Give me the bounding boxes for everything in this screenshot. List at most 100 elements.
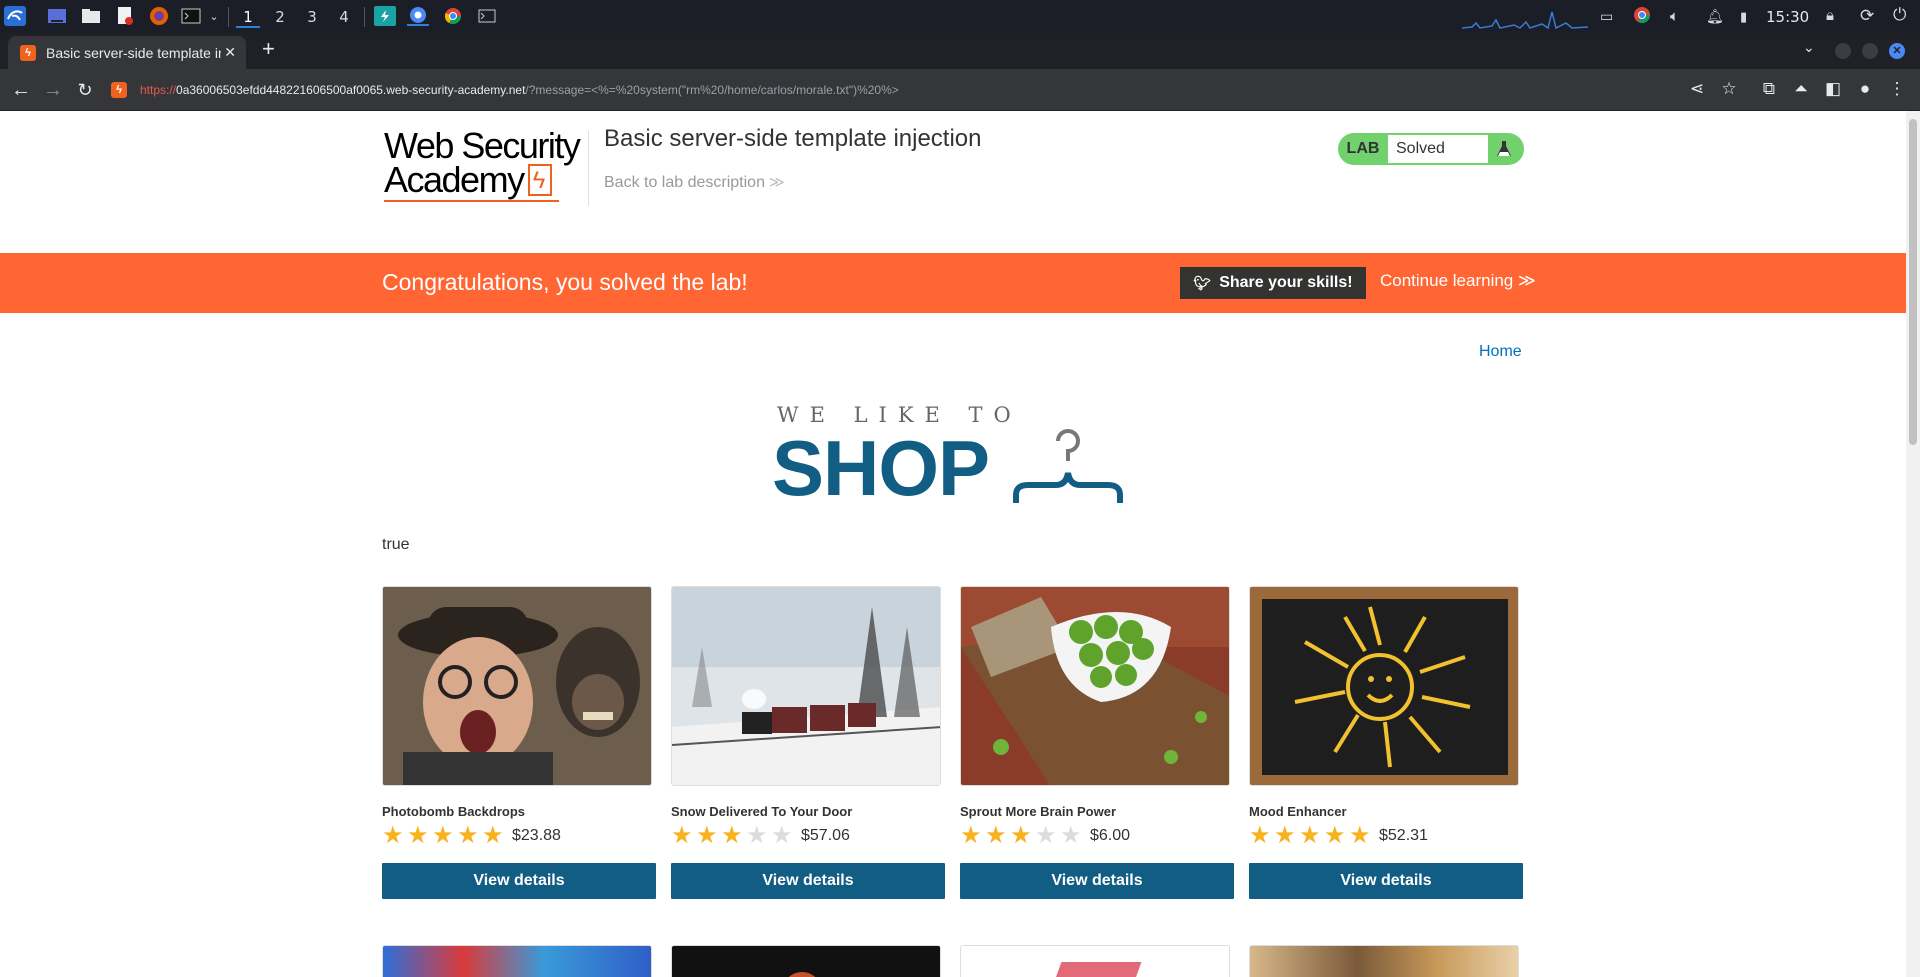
product-rating: ★ ★ ★ ★ ★ $23.88 <box>382 823 656 849</box>
terminal-icon[interactable] <box>180 6 202 26</box>
tab-close-icon[interactable]: ✕ <box>224 44 236 61</box>
file-manager-icon[interactable] <box>80 6 102 26</box>
product-image[interactable] <box>960 945 1230 977</box>
star-filled-icon: ★ <box>432 822 454 849</box>
star-filled-icon: ★ <box>1324 822 1346 849</box>
burp-app-icon[interactable] <box>374 6 396 26</box>
view-details-button[interactable]: View details <box>1249 863 1523 899</box>
clock: 15:30 <box>1766 8 1810 26</box>
back-to-lab-link[interactable]: Back to lab description ≫ <box>604 173 785 192</box>
tab-search-chevron-icon[interactable]: ⌄ <box>1803 39 1815 56</box>
double-chevron-icon: ≫ <box>1518 271 1536 290</box>
page-scrollbar[interactable] <box>1906 111 1920 977</box>
desktop-icon[interactable] <box>46 6 68 26</box>
chevron-down-icon[interactable]: ⌄ <box>203 6 225 26</box>
star-filled-icon: ★ <box>696 822 718 849</box>
maximize-button[interactable] <box>1862 43 1878 59</box>
url-protocol: https:// <box>140 83 177 97</box>
hanger-icon <box>1013 429 1123 503</box>
double-chevron-icon: ≫ <box>768 174 785 191</box>
os-taskbar: ⌄ 1 2 3 4 ▭ 🔈︎ 🔔︎ ▮ 15:30 🔒︎ ⟳ ⏻ <box>0 0 1920 33</box>
star-filled-icon: ★ <box>457 822 479 849</box>
side-panel-icon[interactable]: ◧ <box>1822 79 1844 99</box>
product-image[interactable] <box>382 586 652 786</box>
product-image[interactable] <box>1249 945 1519 977</box>
product-image[interactable] <box>671 945 941 977</box>
power-icon[interactable]: ⏻ <box>1893 5 1906 25</box>
back-link-label: Back to lab description <box>604 174 765 191</box>
we-like-to-shop-logo: WE LIKE TO SHOP <box>772 403 1132 513</box>
product-price: $52.31 <box>1379 827 1428 844</box>
star-filled-icon: ★ <box>1010 822 1032 849</box>
continue-learning-link[interactable]: Continue learning ≫ <box>1380 271 1536 291</box>
notification-bell-icon[interactable]: 🔔︎ <box>1706 8 1724 25</box>
volume-icon[interactable]: 🔈︎ <box>1670 8 1679 25</box>
burp-extension-flask-icon[interactable]: ⏶ <box>1790 79 1812 99</box>
star-empty-icon: ★ <box>1060 822 1082 849</box>
logo-line2: Academy <box>384 159 525 200</box>
lab-title: Basic server-side template injection <box>604 125 982 152</box>
web-security-academy-logo[interactable]: Web Security Academy <box>384 125 584 204</box>
product-card: Snow Delivered To Your Door ★ ★ ★ ★ ★ $57.06… <box>671 586 945 899</box>
product-name: Sprout More Brain Power <box>960 804 1117 819</box>
address-bar[interactable]: ϟ https://0a36006503efdd448221606500af00… <box>111 75 1681 105</box>
home-link[interactable]: Home <box>1479 343 1522 361</box>
lab-label: LAB <box>1346 140 1380 157</box>
workspace-2[interactable]: 2 <box>268 6 292 28</box>
chrome-tray-icon[interactable] <box>1633 6 1651 28</box>
reload-icon[interactable]: ↻ <box>74 79 96 101</box>
menu-kebab-icon[interactable]: ⋮ <box>1886 79 1908 99</box>
view-details-button[interactable]: View details <box>960 863 1234 899</box>
scrollbar-thumb[interactable] <box>1909 119 1917 445</box>
browser-tab-active[interactable]: ϟ Basic server-side template injection ✕ <box>8 36 246 69</box>
text-editor-icon[interactable] <box>114 6 136 26</box>
rating-stars: ★ ★ ★ ★ ★ <box>382 824 507 848</box>
product-card: Photobomb Backdrops ★ ★ ★ ★ ★ $23.88 View de… <box>382 586 656 899</box>
kali-menu-icon[interactable] <box>4 6 26 26</box>
workspace-3[interactable]: 3 <box>300 6 324 28</box>
forward-arrow-icon[interactable]: → <box>42 79 64 101</box>
new-tab-icon[interactable]: + <box>262 36 275 62</box>
battery-icon[interactable]: ▮ <box>1740 9 1747 25</box>
firefox-icon[interactable] <box>148 6 170 26</box>
share-skills-button[interactable]: 🐦︎ Share your skills! <box>1180 267 1366 299</box>
close-window-button[interactable]: ✕ <box>1889 43 1905 59</box>
share-label: Share your skills! <box>1219 274 1353 291</box>
lab-status-text: Solved <box>1388 135 1488 163</box>
view-details-button[interactable]: View details <box>382 863 656 899</box>
profile-icon[interactable]: ● <box>1854 79 1876 99</box>
lab-status-badge: LAB Solved <box>1338 133 1524 165</box>
star-filled-icon: ★ <box>671 822 693 849</box>
product-image[interactable] <box>960 586 1230 786</box>
chromium-app-icon[interactable] <box>407 6 429 26</box>
product-image[interactable] <box>382 945 652 977</box>
back-arrow-icon[interactable]: ← <box>10 79 32 101</box>
terminal-window-icon[interactable] <box>476 6 498 26</box>
bookmark-star-icon[interactable]: ☆ <box>1718 79 1740 99</box>
flask-icon <box>1488 135 1520 163</box>
url-text[interactable]: https://0a36006503efdd448221606500af0065… <box>140 83 899 97</box>
logo-line1: Web Security <box>384 125 581 166</box>
star-filled-icon: ★ <box>482 822 504 849</box>
lock-icon[interactable]: 🔒︎ <box>1826 7 1834 24</box>
view-details-button[interactable]: View details <box>671 863 945 899</box>
extensions-puzzle-icon[interactable]: ⧉ <box>1758 79 1780 99</box>
star-empty-icon: ★ <box>1035 822 1057 849</box>
logo-bolt-icon <box>527 164 552 198</box>
product-card: Sprout More Brain Power ★ ★ ★ ★ ★ $6.00 View… <box>960 586 1234 899</box>
product-image[interactable] <box>1249 586 1519 786</box>
network-graph-icon <box>1462 11 1588 30</box>
site-favicon-icon: ϟ <box>111 82 127 98</box>
display-icon[interactable]: ▭ <box>1600 8 1613 25</box>
product-image[interactable] <box>671 586 941 786</box>
workspace-1[interactable]: 1 <box>236 6 260 28</box>
share-icon[interactable]: ⋖ <box>1686 79 1708 99</box>
workspace-4[interactable]: 4 <box>332 6 356 28</box>
star-empty-icon: ★ <box>746 822 768 849</box>
rating-stars: ★ ★ ★ ★ ★ <box>1249 824 1374 848</box>
chrome-app-icon[interactable] <box>442 6 464 26</box>
star-filled-icon: ★ <box>960 822 982 849</box>
refresh-session-icon[interactable]: ⟳ <box>1860 6 1874 26</box>
portswigger-favicon-icon: ϟ <box>20 44 36 61</box>
minimize-button[interactable] <box>1835 43 1851 59</box>
